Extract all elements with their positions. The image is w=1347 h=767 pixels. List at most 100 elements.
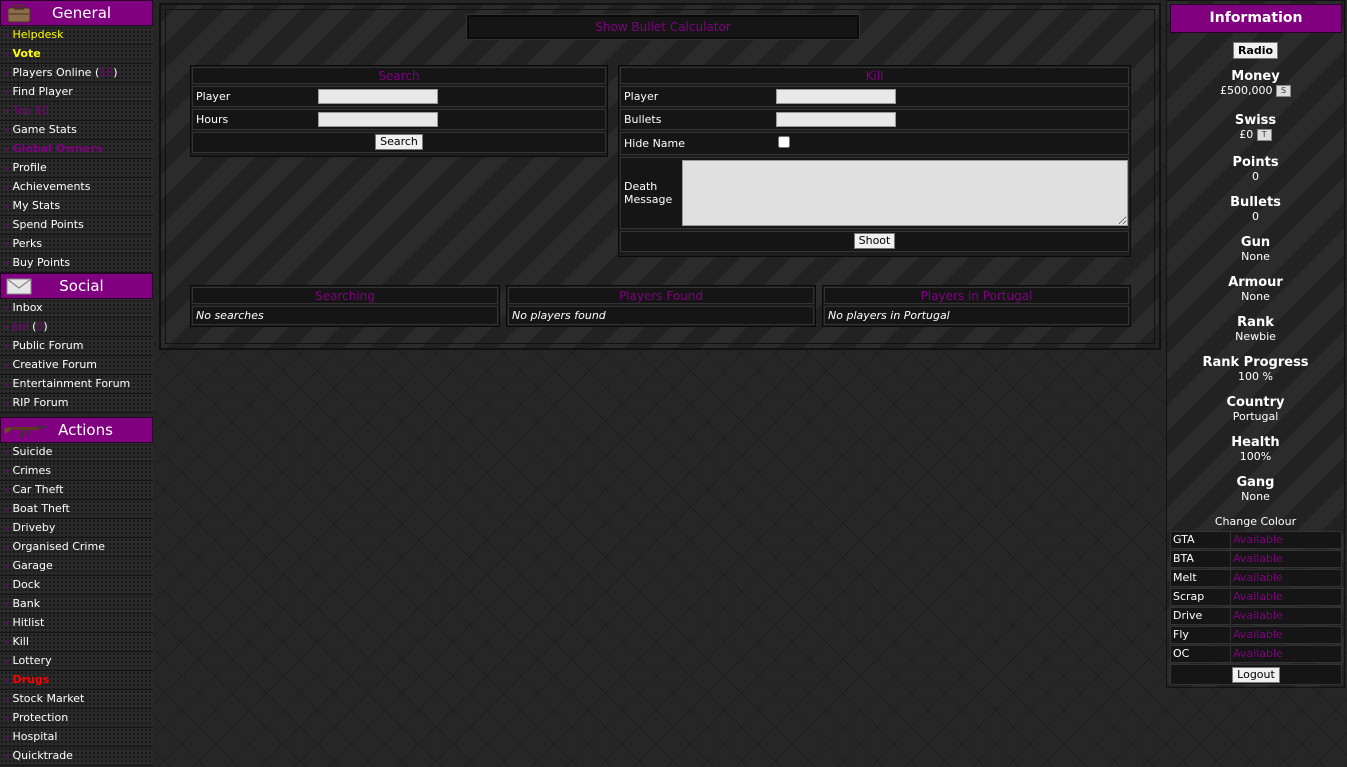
arrow-icon: » [4,619,10,629]
timer-row-drive[interactable]: Drive Available [1170,607,1342,625]
nav-lottery[interactable]: » Lottery [0,652,153,671]
nav-perks[interactable]: » Perks [0,235,153,254]
nav-achievements[interactable]: » Achievements [0,178,153,197]
arrow-icon: » [4,164,10,174]
nav-organised-crime[interactable]: » Organised Crime [0,538,153,557]
rank-label: Rank [1237,315,1274,330]
kill-bullets-row: Bullets [620,109,1129,130]
rank-stat: Rank Newbie [1167,315,1344,344]
death-message-textarea[interactable] [682,160,1128,226]
nav-driveby[interactable]: » Driveby [0,519,153,538]
radio-button[interactable]: Radio [1232,42,1279,59]
envelope-icon [6,278,32,295]
nav-buy-points[interactable]: » Buy Points [0,254,153,273]
nav-creative-forum[interactable]: » Creative Forum [0,356,153,375]
kill-bullets-input[interactable] [776,112,896,127]
players-in-country-title: Players in Portugal [824,287,1129,304]
nav-kill[interactable]: » Kill [0,633,153,652]
arrow-icon: » [4,88,10,98]
money-s-button[interactable]: S [1276,85,1291,97]
briefcase-icon [7,4,31,23]
timer-row-bta[interactable]: BTA Available [1170,550,1342,568]
players-online-count: 16 [99,66,114,79]
gang-stat: Gang None [1167,475,1344,504]
search-panel: Search Player Hours Search [190,65,608,157]
general-section-header: General [0,0,153,26]
change-colour-link[interactable]: Change Colour [1167,515,1344,529]
money-stat: Money £500,000 S [1167,69,1344,98]
nav-suicide[interactable]: » Suicide [0,443,153,462]
nav-car-theft[interactable]: » Car Theft [0,481,153,500]
arrow-icon: » [4,31,10,41]
search-button-row: Search [192,132,606,153]
players-in-country-value: No players in Portugal [824,306,1129,325]
nav-garage[interactable]: » Garage [0,557,153,576]
nav-entertainment-forum[interactable]: » Entertainment Forum [0,375,153,394]
nav-profile[interactable]: » Profile [0,159,153,178]
information-sidebar: Information Radio Money £500,000 S Swiss… [1166,0,1345,688]
information-title: Information [1170,4,1342,33]
nav-rip-forum[interactable]: » RIP Forum [0,394,153,413]
nav-protection[interactable]: » Protection [0,709,153,728]
arrow-icon: » [4,448,10,458]
show-bullet-calculator-link[interactable]: Show Bullet Calculator [467,15,859,39]
nav-spend-points[interactable]: » Spend Points [0,216,153,235]
actions-title: Actions [58,421,113,439]
kill-player-label: Player [624,90,659,103]
search-button[interactable]: Search [375,134,423,150]
timer-row-oc[interactable]: OC Available [1170,645,1342,663]
nav-helpdesk[interactable]: » Helpdesk [0,26,153,45]
swiss-stat: Swiss £0 T [1167,113,1344,142]
search-hours-label: Hours [196,113,229,126]
nav-crimes[interactable]: » Crimes [0,462,153,481]
logout-row: Logout [1170,664,1342,685]
arrow-icon: » [4,524,10,534]
health-value: 100% [1239,450,1272,463]
nav-top-10[interactable]: » Top 10 [0,102,153,121]
search-hours-input[interactable] [318,112,438,127]
general-title: General [51,4,112,22]
nav-dock[interactable]: » Dock [0,576,153,595]
nav-game-stats[interactable]: » Game Stats [0,121,153,140]
nav-boat-theft[interactable]: » Boat Theft [0,500,153,519]
shoot-button-row: Shoot [620,231,1129,252]
actions-section-header: Actions [0,417,153,443]
timer-row-fly[interactable]: Fly Available [1170,626,1342,644]
kill-player-input[interactable] [776,89,896,104]
swiss-label: Swiss [1234,113,1277,128]
nav-drugs[interactable]: » Drugs [0,671,153,690]
shoot-button[interactable]: Shoot [853,233,896,249]
timer-row-gta[interactable]: GTA Available [1170,531,1342,549]
nav-vote[interactable]: » Vote [0,45,153,64]
players-found-title: Players Found [508,287,814,304]
logout-button[interactable]: Logout [1232,667,1280,683]
arrow-icon: » [4,202,10,212]
nav-quicktrade[interactable]: » Quicktrade [0,747,153,766]
swiss-value: £0 [1239,128,1254,141]
searching-title: Searching [192,287,498,304]
players-found-panel: Players Found No players found [506,285,816,327]
timer-row-melt[interactable]: Melt Available [1170,569,1342,587]
timer-row-scrap[interactable]: Scrap Available [1170,588,1342,606]
nav-public-forum[interactable]: » Public Forum [0,337,153,356]
nav-inbox[interactable]: » Inbox [0,299,153,318]
hide-name-checkbox[interactable] [778,136,790,148]
nav-hitlist[interactable]: » Hitlist [0,614,153,633]
nav-find-player[interactable]: » Find Player [0,83,153,102]
kill-bullets-label: Bullets [624,113,662,126]
nav-stock-market[interactable]: » Stock Market [0,690,153,709]
rank-progress-label: Rank Progress [1202,355,1309,370]
nav-players-online[interactable]: » Players Online (16) [0,64,153,83]
nav-bank[interactable]: » Bank [0,595,153,614]
swiss-t-button[interactable]: T [1256,129,1272,141]
nav-hospital[interactable]: » Hospital [0,728,153,747]
kill-panel-title: Kill [620,67,1129,84]
nav-my-stats[interactable]: » My Stats [0,197,153,216]
players-found-value: No players found [508,306,814,325]
country-stat: Country Portugal [1167,395,1344,424]
search-player-input[interactable] [318,89,438,104]
nav-global-owners[interactable]: » Global Owners [0,140,153,159]
search-panel-title: Search [192,67,606,84]
nav-jail[interactable]: » Jail (0) [0,318,153,337]
arrow-icon: » [4,505,10,515]
